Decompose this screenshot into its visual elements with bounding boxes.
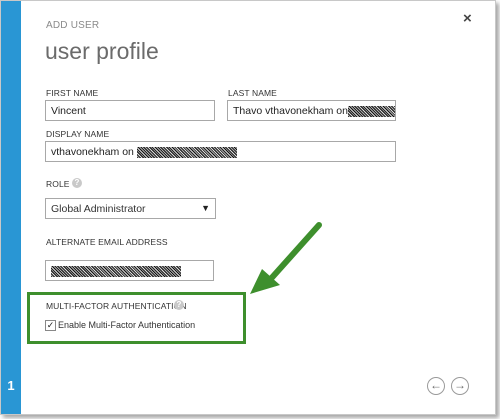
add-user-dialog: 1 × ADD USER user profile FIRST NAME Vin… [0, 0, 496, 415]
annotation-arrow-icon [250, 222, 322, 294]
previous-button[interactable]: ← [427, 377, 445, 395]
next-button[interactable]: → [451, 377, 469, 395]
